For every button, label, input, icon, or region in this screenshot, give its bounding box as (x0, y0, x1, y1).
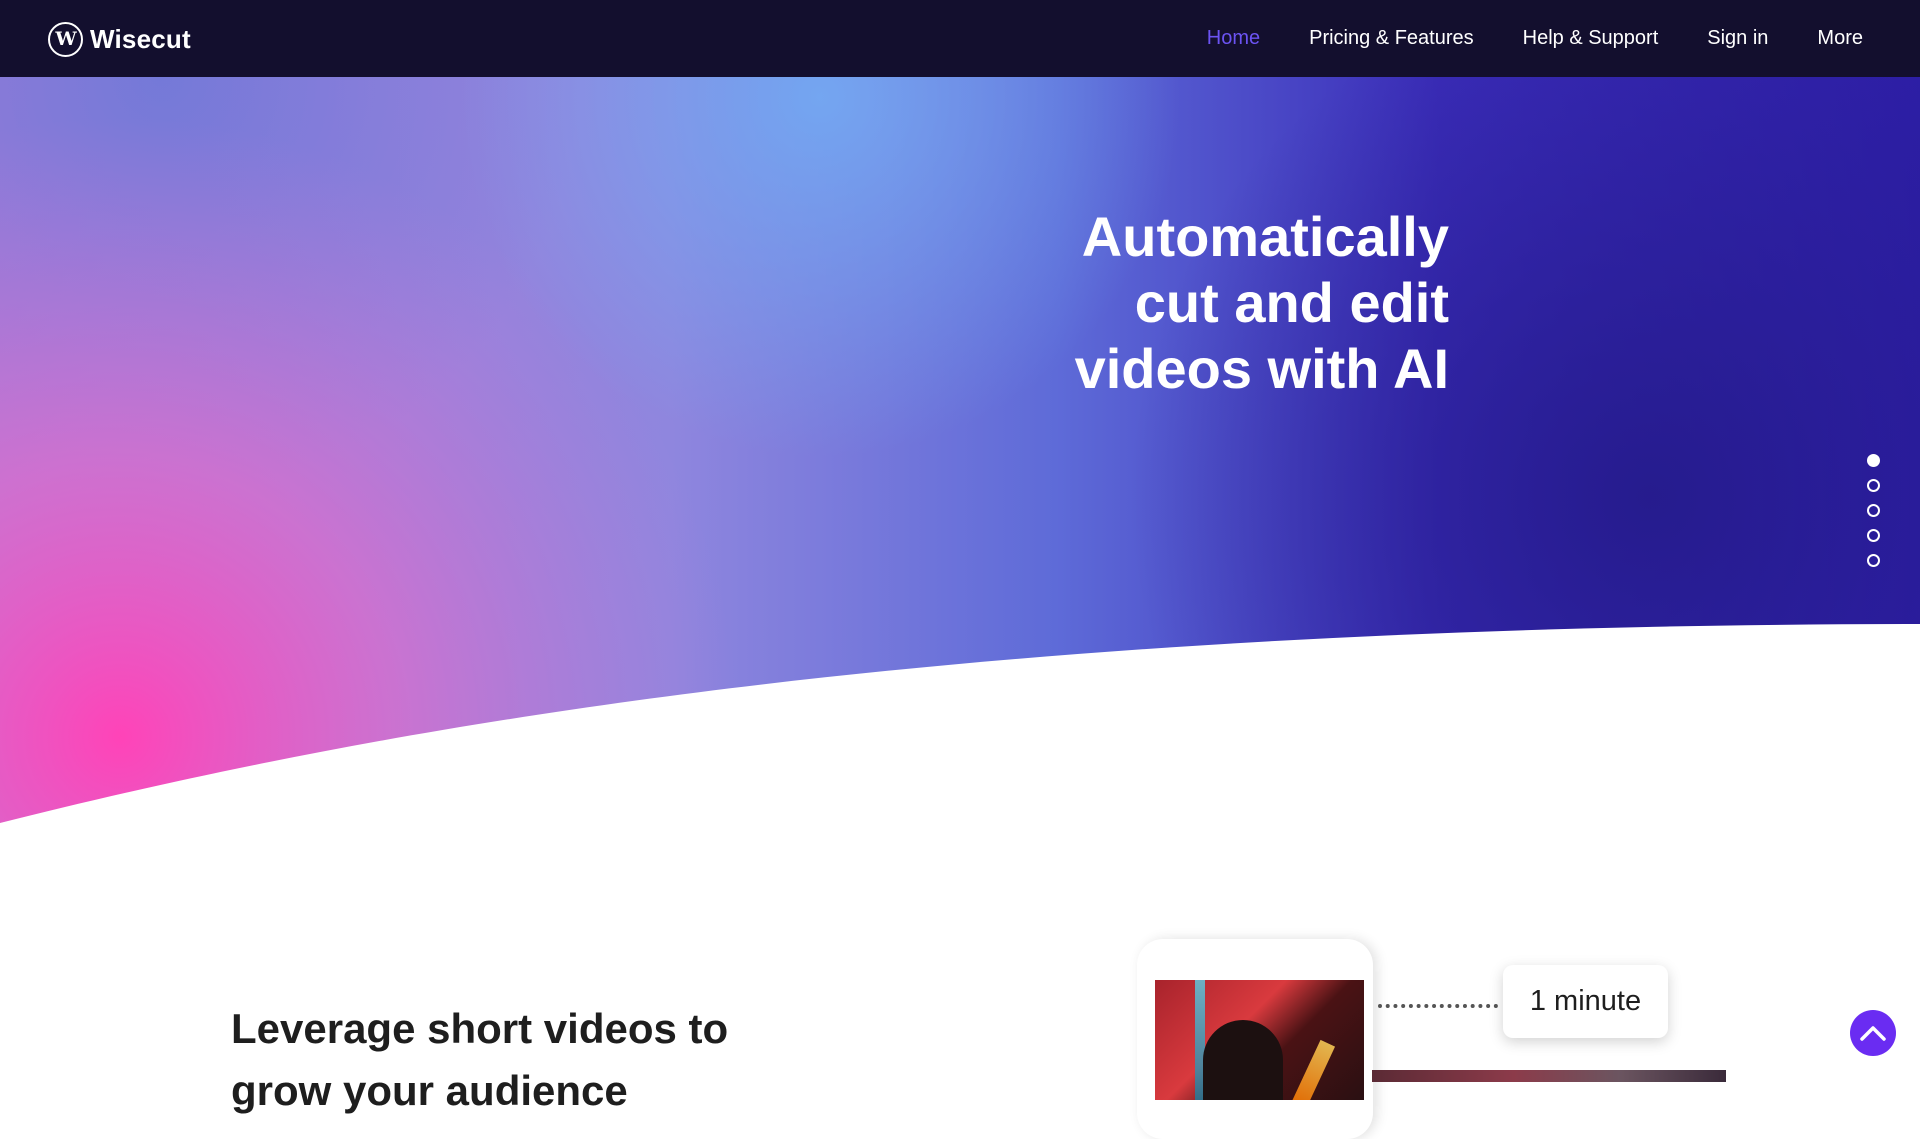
wisecut-logo[interactable]: W Wisecut (48, 22, 191, 57)
nav-item-pricing-features[interactable]: Pricing & Features (1309, 27, 1474, 50)
hero-gradient-background (0, 77, 1920, 850)
video-preview-strip (1372, 1070, 1726, 1082)
slide-dot-2[interactable] (1867, 479, 1880, 492)
slide-dot-1[interactable] (1867, 454, 1880, 467)
duration-badge: 1 minute (1503, 965, 1668, 1038)
section-heading-short-videos: Leverage short videos to grow your audie… (231, 1005, 729, 1114)
brand-name: Wisecut (90, 24, 191, 54)
nav-item-help-support[interactable]: Help & Support (1523, 27, 1659, 50)
nav-item-more[interactable]: More (1817, 27, 1863, 50)
hero-heading: Automatically cut and edit videos with A… (1074, 205, 1449, 400)
slide-navigation-dots (1867, 454, 1880, 579)
connector-line (1378, 1004, 1498, 1008)
nav-item-home[interactable]: Home (1207, 27, 1260, 50)
nav-item-sign-in[interactable]: Sign in (1707, 27, 1768, 50)
slide-dot-4[interactable] (1867, 529, 1880, 542)
wisecut-logo-icon: W (48, 22, 83, 57)
video-thumbnail (1155, 980, 1364, 1100)
top-navigation-bar: W Wisecut Home Pricing & Features Help &… (0, 0, 1920, 77)
back-to-top-button[interactable] (1850, 1010, 1896, 1056)
slide-dot-3[interactable] (1867, 504, 1880, 517)
chevron-up-icon (1860, 1026, 1886, 1041)
hero-section: Automatically cut and edit videos with A… (0, 77, 1920, 850)
main-nav: Home Pricing & Features Help & Support S… (1158, 0, 1863, 77)
slide-dot-5[interactable] (1867, 554, 1880, 567)
